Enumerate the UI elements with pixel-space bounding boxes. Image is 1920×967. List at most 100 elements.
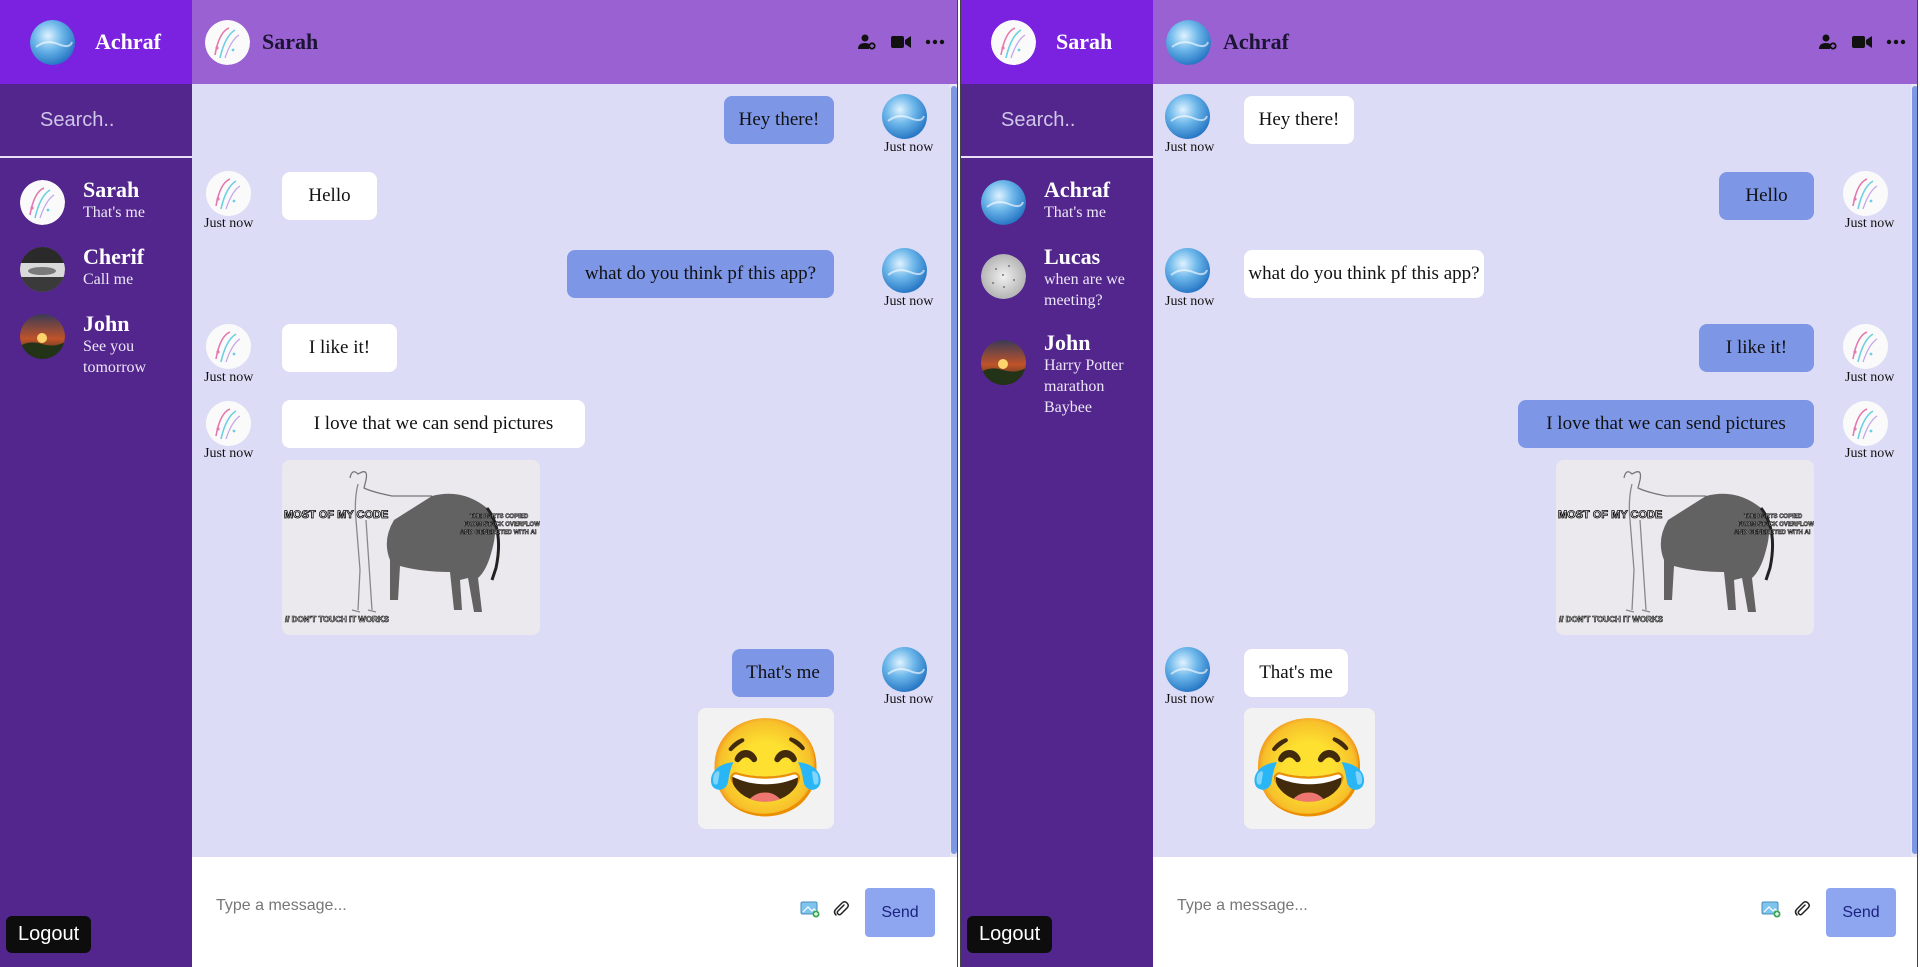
logout-button[interactable]: Logout — [967, 916, 1053, 953]
contact-last-message: See you tomorrow — [83, 338, 147, 376]
avatar — [20, 314, 65, 359]
message-input[interactable] — [216, 897, 776, 915]
message-bubble-sent: Hello — [1719, 172, 1814, 220]
avatar — [20, 247, 65, 292]
image-message[interactable]: MOST OF MY CODE THE PARTS COPIED FROM ST… — [1556, 460, 1814, 635]
avatar — [1165, 248, 1210, 293]
current-user-header: Achraf — [0, 0, 192, 84]
message-bubble-sent: That's me — [732, 649, 834, 697]
message-composer: Send — [1153, 857, 1917, 967]
message-bubble-sent: I like it! — [1699, 324, 1814, 372]
sidebar: Sarah Achraf That's me Lucas when are we… — [961, 0, 1153, 967]
chat-app-sarah: Sarah Achraf That's me Lucas when are we… — [960, 0, 1918, 967]
image-message[interactable]: MOST OF MY CODE THE PARTS COPIED FROM ST… — [282, 460, 540, 635]
contact-item-cherif[interactable]: Cherif Call me — [0, 245, 192, 292]
message-timestamp: Just now — [884, 140, 934, 155]
add-user-icon[interactable] — [856, 31, 878, 53]
message-timestamp: Just now — [1165, 692, 1215, 707]
avatar — [882, 94, 927, 139]
contact-name: Achraf — [1044, 177, 1110, 202]
chat-contact-name: Achraf — [1223, 29, 1289, 54]
add-user-icon[interactable] — [1817, 31, 1839, 53]
message-timestamp: Just now — [884, 294, 934, 309]
contact-item-john[interactable]: John Harry Potter marathon Baybee — [961, 331, 1153, 418]
message-input[interactable] — [1177, 897, 1737, 915]
contact-last-message: That's me — [83, 204, 145, 221]
avatar — [882, 248, 927, 293]
image-upload-icon[interactable] — [800, 900, 820, 923]
avatar[interactable] — [1166, 20, 1211, 65]
message-timestamp: Just now — [1845, 216, 1895, 231]
current-user-header: Sarah — [961, 0, 1153, 84]
contact-item-achraf[interactable]: Achraf That's me — [961, 178, 1153, 225]
current-user-name: Achraf — [95, 29, 161, 54]
avatar — [206, 401, 251, 446]
contact-list: Achraf That's me Lucas when are we meeti… — [961, 158, 1153, 418]
message-bubble-sent: what do you think pf this app? — [567, 250, 834, 298]
avatar[interactable] — [991, 20, 1036, 65]
avatar — [882, 647, 927, 692]
scrollbar[interactable] — [950, 84, 957, 857]
scrollbar-thumb[interactable] — [1912, 86, 1917, 854]
video-call-icon[interactable] — [890, 31, 912, 53]
more-options-icon[interactable] — [1885, 31, 1907, 53]
contact-name: Lucas — [1044, 244, 1101, 269]
sidebar: Achraf Sarah That's me Cherif Call me — [0, 0, 192, 967]
video-call-icon[interactable] — [1851, 31, 1873, 53]
avatar — [1843, 171, 1888, 216]
avatar — [1165, 647, 1210, 692]
contact-name: John — [1044, 330, 1091, 355]
paperclip-icon[interactable] — [832, 900, 850, 923]
meme-image: MOST OF MY CODE THE PARTS COPIED FROM ST… — [1556, 460, 1814, 635]
meme-caption-bottom: // DON'T TOUCH IT WORKS — [1559, 615, 1664, 624]
avatar — [1165, 94, 1210, 139]
avatar — [981, 254, 1026, 299]
message-bubble-sent: I love that we can send pictures — [1518, 400, 1814, 448]
send-button[interactable]: Send — [865, 888, 935, 937]
image-message[interactable]: 😂 — [698, 708, 834, 829]
contact-item-john[interactable]: John See you tomorrow — [0, 312, 192, 378]
avatar — [1843, 401, 1888, 446]
chat-header: Sarah — [192, 0, 957, 84]
message-timestamp: Just now — [204, 370, 254, 385]
contact-last-message: when are we meeting? — [1044, 271, 1125, 309]
meme-caption-right: THE PARTS COPIED FROM STACK OVERFLOW AND… — [1734, 514, 1814, 536]
search-bar — [961, 84, 1153, 158]
scrollbar[interactable] — [1911, 84, 1917, 857]
contact-name: John — [83, 311, 130, 336]
contact-list: Sarah That's me Cherif Call me John See … — [0, 158, 192, 378]
avatar — [206, 324, 251, 369]
message-timestamp: Just now — [1845, 446, 1895, 461]
avatar[interactable] — [205, 20, 250, 65]
avatar — [206, 171, 251, 216]
contact-item-sarah[interactable]: Sarah That's me — [0, 178, 192, 225]
avatar — [981, 180, 1026, 225]
message-bubble-received: I like it! — [282, 324, 397, 372]
search-input[interactable] — [1001, 108, 1141, 132]
message-bubble-received: Hello — [282, 172, 377, 220]
avatar — [1843, 324, 1888, 369]
message-timestamp: Just now — [204, 216, 254, 231]
more-options-icon[interactable] — [924, 31, 946, 53]
image-message[interactable]: 😂 — [1244, 708, 1375, 829]
message-timestamp: Just now — [1165, 294, 1215, 309]
paperclip-icon[interactable] — [1793, 900, 1811, 923]
chat-header: Achraf — [1153, 0, 1917, 84]
avatar — [20, 180, 65, 225]
scrollbar-thumb[interactable] — [951, 86, 957, 854]
message-list: Just now Hey there! Hello Just now Just … — [1153, 84, 1917, 857]
meme-image: MOST OF MY CODE THE PARTS COPIED FROM ST… — [282, 460, 540, 635]
search-input[interactable] — [40, 108, 180, 132]
message-timestamp: Just now — [884, 692, 934, 707]
send-button[interactable]: Send — [1826, 888, 1896, 937]
avatar[interactable] — [30, 20, 75, 65]
contact-last-message: Call me — [83, 271, 134, 288]
laughing-emoji: 😂 — [706, 714, 826, 822]
avatar — [981, 340, 1026, 385]
chat-panel: Achraf Just now Hey there! Hello Just no… — [1153, 0, 1917, 967]
message-bubble-received: Hey there! — [1244, 96, 1354, 144]
message-bubble-sent: Hey there! — [724, 96, 834, 144]
image-upload-icon[interactable] — [1761, 900, 1781, 923]
contact-item-lucas[interactable]: Lucas when are we meeting? — [961, 245, 1153, 311]
logout-button[interactable]: Logout — [6, 916, 92, 953]
